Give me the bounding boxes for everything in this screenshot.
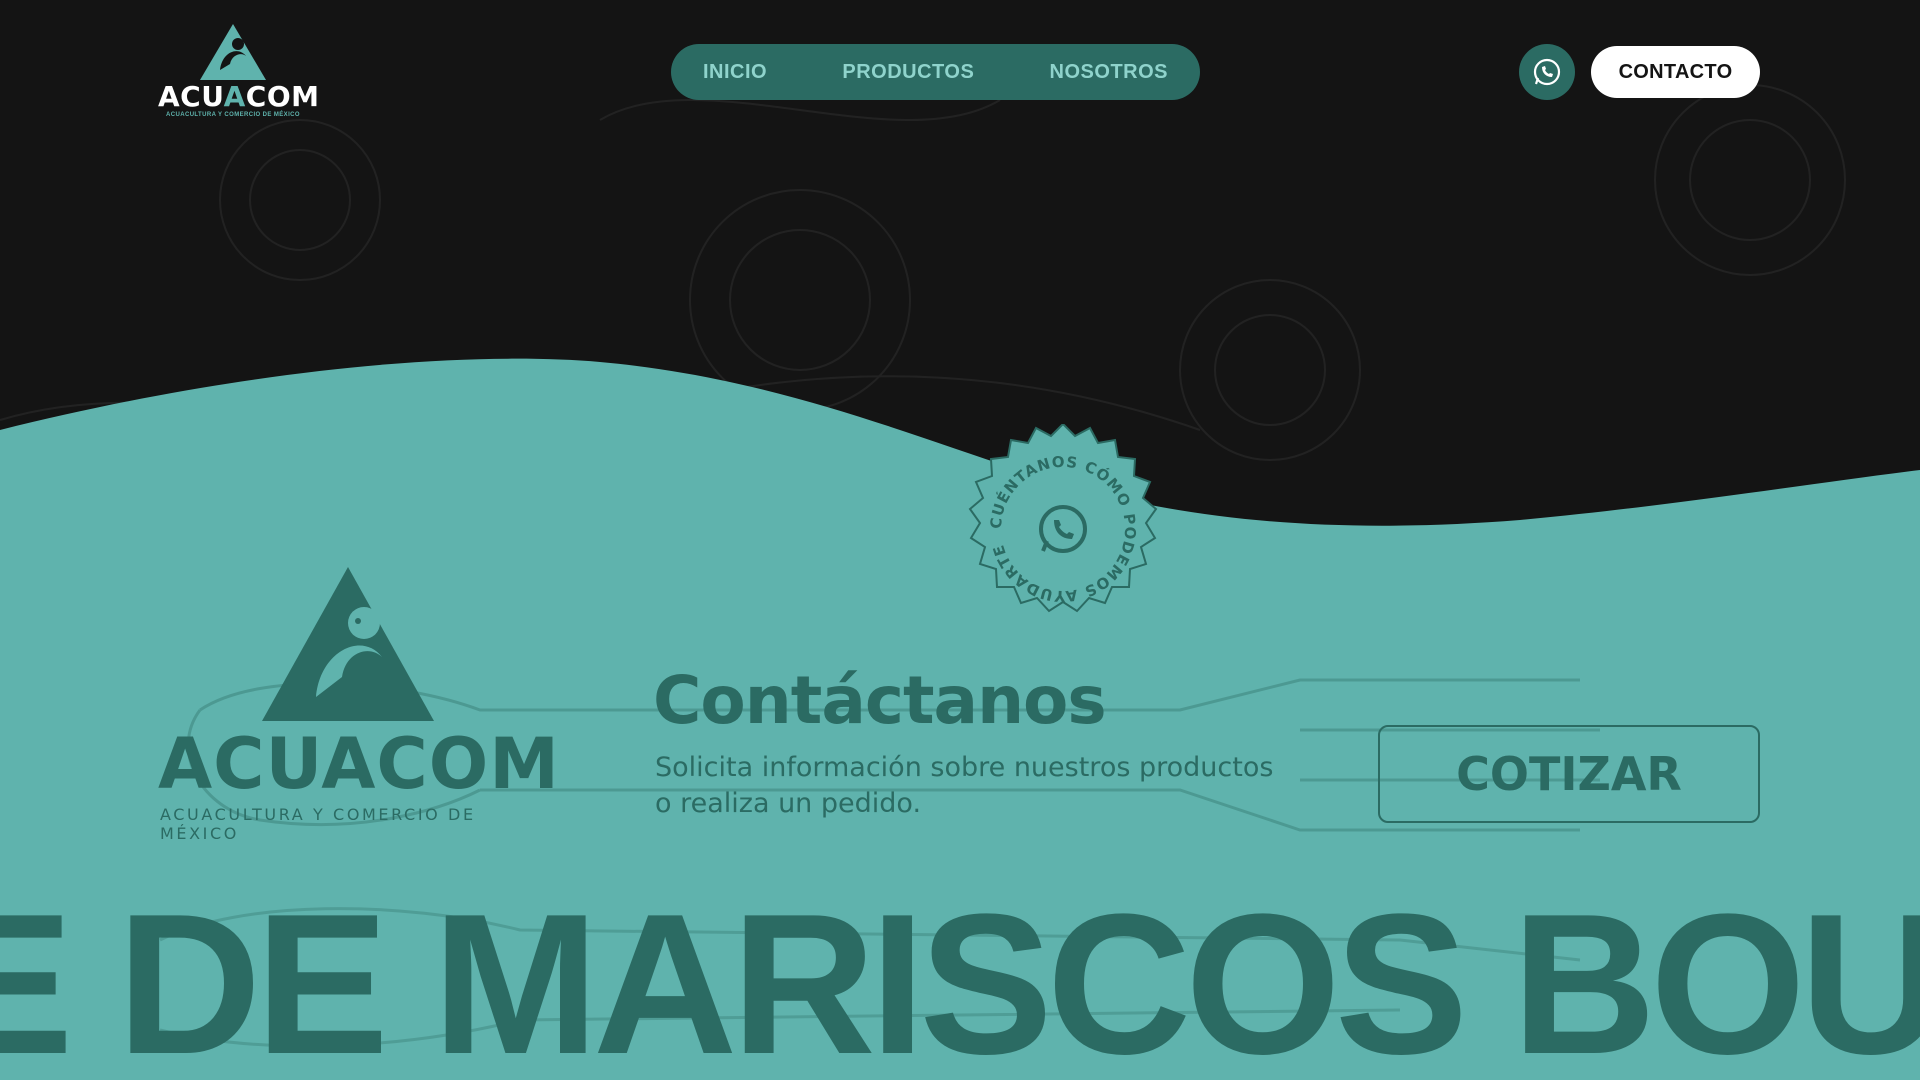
shrimp-logo-icon <box>200 24 266 80</box>
nav-nosotros[interactable]: NOSOTROS <box>1050 61 1168 84</box>
nav-productos[interactable]: PRODUCTOS <box>842 61 974 84</box>
header-tagline: ACUACULTURA Y COMERCIO DE MÉXICO <box>166 112 300 118</box>
page: ACUACOM ACUACULTURA Y COMERCIO DE MÉXICO… <box>0 0 1920 1080</box>
contact-subtitle: Solicita información sobre nuestros prod… <box>655 750 1305 823</box>
marquee-text: E DE MARISCOS BOU <box>0 873 1920 1080</box>
nav-inicio[interactable]: INICIO <box>703 61 767 84</box>
contact-title: Contáctanos <box>653 662 1107 739</box>
contact-subtitle-line1: Solicita información sobre nuestros prod… <box>655 752 1274 783</box>
header-brand: ACUACOM <box>158 80 320 113</box>
quote-button[interactable]: COTIZAR <box>1378 725 1760 823</box>
main-nav: INICIO PRODUCTOS NOSOTROS <box>671 44 1200 100</box>
whatsapp-button[interactable] <box>1519 44 1575 100</box>
big-brand: ACUACOM <box>158 723 560 805</box>
big-tagline: ACUACULTURA Y COMERCIO DE MÉXICO <box>160 805 476 843</box>
whatsapp-badge[interactable]: CUÉNTANOS CÓMO PODEMOS AYUDARTE <box>958 424 1168 634</box>
header-logo[interactable]: ACUACOM ACUACULTURA Y COMERCIO DE MÉXICO <box>158 22 320 122</box>
contact-button[interactable]: CONTACTO <box>1591 46 1760 98</box>
shrimp-logo-icon <box>262 567 434 721</box>
contact-subtitle-line2: o realiza un pedido. <box>655 788 922 820</box>
whatsapp-icon <box>1533 58 1561 86</box>
acuacom-logo: ACUACOM ACUACULTURA Y COMERCIO DE MÉXICO <box>158 565 560 843</box>
